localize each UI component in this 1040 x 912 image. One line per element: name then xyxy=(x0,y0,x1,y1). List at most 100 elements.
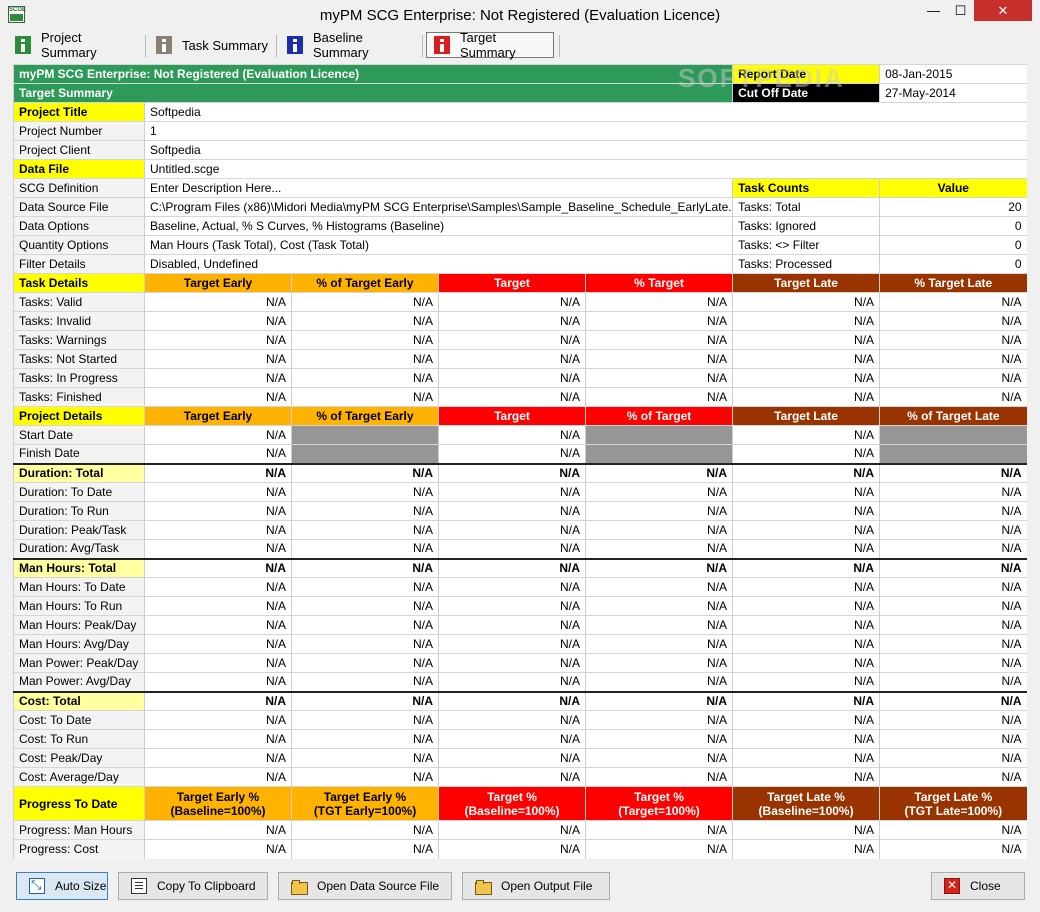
value-cell: N/A xyxy=(291,672,439,692)
info-row: Project Client Softpedia xyxy=(13,140,1027,160)
auto-size-button[interactable]: Auto Size xyxy=(16,872,108,900)
task-count-label: Tasks: Total xyxy=(732,197,880,217)
tab-label: Baseline Summary xyxy=(313,30,369,60)
total-value: N/A xyxy=(732,557,880,578)
value-cell: N/A xyxy=(732,539,880,559)
value-cell: N/A xyxy=(438,653,586,673)
value-cell: N/A xyxy=(584,330,733,350)
value-cell: N/A xyxy=(144,653,292,673)
project-title-value[interactable]: Softpedia xyxy=(143,102,1027,122)
section-header: Progress To Date xyxy=(13,786,145,821)
value-cell: N/A xyxy=(438,368,586,388)
info-row: Project Number 1 xyxy=(13,121,1027,141)
cutoff-date-value[interactable]: 27-May-2014 xyxy=(879,83,1027,103)
value-cell: N/A xyxy=(291,820,439,840)
tab-divider xyxy=(276,35,277,57)
value-cell: N/A xyxy=(144,539,292,559)
column-header: Target Late xyxy=(732,273,880,293)
detail-row: Cost: To Run N/A N/A N/A N/A N/A N/A xyxy=(13,729,1027,749)
project-number-value[interactable]: 1 xyxy=(143,121,1027,141)
value-cell: N/A xyxy=(879,349,1027,369)
value-cell: N/A xyxy=(144,615,292,635)
info-value[interactable]: Enter Description Here... xyxy=(143,178,733,198)
value-cell: N/A xyxy=(584,710,733,730)
value-cell: N/A xyxy=(438,539,586,559)
total-value: N/A xyxy=(879,690,1027,711)
info-icon xyxy=(15,36,31,54)
info-value[interactable]: C:\Program Files (x86)\Midori Media\myPM… xyxy=(143,197,733,217)
value-cell: N/A xyxy=(732,672,880,692)
column-header: Target Late xyxy=(732,406,880,426)
row-label: Cost: Average/Day xyxy=(13,767,145,787)
value-cell: N/A xyxy=(879,482,1027,502)
project-client-value[interactable]: Softpedia xyxy=(143,140,1027,160)
value-cell: N/A xyxy=(291,729,439,749)
value-cell: N/A xyxy=(438,820,586,840)
date-row: Finish Date N/A N/A N/A xyxy=(13,444,1027,464)
row-label: Progress: Man Hours xyxy=(13,820,145,840)
total-value: N/A xyxy=(732,462,880,483)
data-file-label: Data File xyxy=(13,159,145,179)
data-file-value[interactable]: Untitled.scge xyxy=(143,159,1027,179)
report-header-row: myPM SCG Enterprise: Not Registered (Eva… xyxy=(12,64,1027,84)
row-label: Tasks: Warnings xyxy=(13,330,145,350)
group-total-label: Man Hours: Total xyxy=(13,557,145,578)
value-cell: N/A xyxy=(584,748,733,768)
copy-to-clipboard-button[interactable]: Copy To Clipboard xyxy=(118,872,268,900)
maximize-button[interactable]: ☐ xyxy=(947,0,974,21)
open-output-file-button[interactable]: Open Output File xyxy=(462,872,610,900)
empty-grey-cell xyxy=(584,444,733,464)
tab-project-summary[interactable]: Project Summary xyxy=(8,30,138,60)
tab-label: Task Summary xyxy=(182,37,268,53)
total-value: N/A xyxy=(144,557,292,578)
window-close-button[interactable]: ✕ xyxy=(974,0,1032,21)
open-data-source-button[interactable]: Open Data Source File xyxy=(278,872,452,900)
detail-row: Cost: To Date N/A N/A N/A N/A N/A N/A xyxy=(13,710,1027,730)
total-value: N/A xyxy=(584,462,733,483)
value-cell: N/A xyxy=(144,349,292,369)
date-value: N/A xyxy=(144,444,292,464)
info-value[interactable]: Baseline, Actual, % S Curves, % Histogra… xyxy=(143,216,733,236)
report-date-value[interactable]: 08-Jan-2015 xyxy=(879,64,1027,84)
info-icon xyxy=(156,36,172,54)
column-header: Target % (Baseline=100%) xyxy=(438,786,586,821)
tab-task-summary[interactable]: Task Summary xyxy=(149,32,269,58)
target-summary-grid: myPM SCG Enterprise: Not Registered (Eva… xyxy=(12,64,1027,859)
date-value: N/A xyxy=(732,425,880,445)
value-cell: N/A xyxy=(291,634,439,654)
value-cell: N/A xyxy=(732,767,880,787)
project-title-label: Project Title xyxy=(13,102,145,122)
total-value: N/A xyxy=(584,690,733,711)
value-cell: N/A xyxy=(732,615,880,635)
detail-row: Cost: Average/Day N/A N/A N/A N/A N/A N/A xyxy=(13,767,1027,787)
info-value[interactable]: Disabled, Undefined xyxy=(143,254,733,274)
value-cell: N/A xyxy=(438,839,586,859)
value-cell: N/A xyxy=(291,501,439,521)
header-line: (Target=100%) xyxy=(618,803,700,818)
tab-baseline-summary[interactable]: Baseline Summary xyxy=(280,30,415,60)
date-value: N/A xyxy=(144,425,292,445)
value-cell: N/A xyxy=(879,387,1027,407)
value-cell: N/A xyxy=(879,820,1027,840)
project-client-label: Project Client xyxy=(13,140,145,160)
task-count-label: Tasks: Ignored xyxy=(732,216,880,236)
info-value[interactable]: Man Hours (Task Total), Cost (Task Total… xyxy=(143,235,733,255)
window-title: myPM SCG Enterprise: Not Registered (Eva… xyxy=(319,7,721,24)
value-cell: N/A xyxy=(144,710,292,730)
task-counts-value-header: Value xyxy=(879,178,1027,198)
minimize-button[interactable]: — xyxy=(920,0,947,21)
value-cell: N/A xyxy=(584,615,733,635)
detail-row: Man Hours: To Date N/A N/A N/A N/A N/A N/A xyxy=(13,577,1027,597)
row-label: Tasks: Invalid xyxy=(13,311,145,331)
value-cell: N/A xyxy=(879,539,1027,559)
value-cell: N/A xyxy=(291,710,439,730)
project-details-header-row: Project Details Target Early% of Target E… xyxy=(13,406,1027,426)
column-header: Target Early xyxy=(144,273,292,293)
close-button[interactable]: Close xyxy=(931,872,1025,900)
row-label: Finish Date xyxy=(13,444,145,464)
column-header: % of Target xyxy=(584,406,733,426)
value-cell: N/A xyxy=(584,653,733,673)
group-total-row: Duration: Total N/A N/A N/A N/A N/A N/A xyxy=(13,462,1027,483)
column-header: Target Early % (Baseline=100%) xyxy=(144,786,292,821)
tab-target-summary[interactable]: Target Summary xyxy=(426,30,554,60)
